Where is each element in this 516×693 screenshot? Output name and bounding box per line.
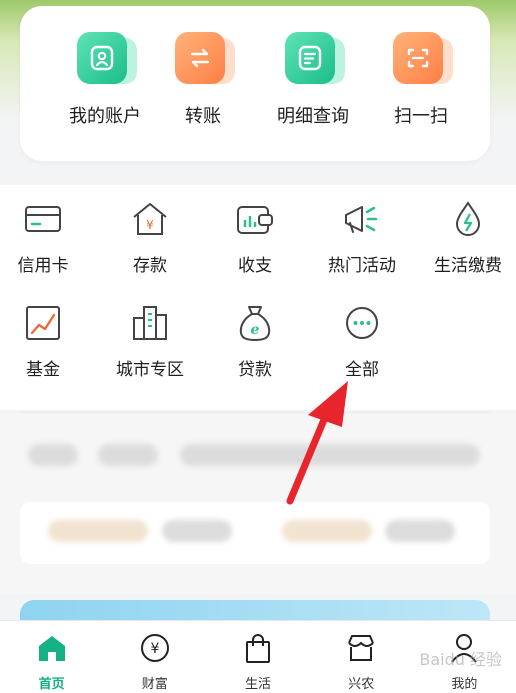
megaphone-icon — [342, 199, 382, 239]
service-label: 基金 — [26, 360, 60, 380]
service-label: 生活缴费 — [434, 256, 502, 276]
service-label: 收支 — [238, 256, 272, 276]
tab-wealth[interactable]: ¥ 财富 — [103, 621, 206, 693]
loan-bag-icon: e — [235, 303, 275, 343]
service-credit-card[interactable]: 信用卡 — [0, 199, 93, 289]
watermark: Baidu 经验 — [419, 650, 502, 669]
city-buildings-icon — [130, 303, 170, 343]
tab-life[interactable]: 生活 — [206, 621, 309, 693]
annotation-arrow — [286, 381, 348, 505]
tab-label: 生活 — [245, 677, 272, 692]
wealth-icon: ¥ — [138, 631, 172, 665]
details-icon — [285, 32, 345, 88]
wallet-icon — [235, 199, 275, 239]
svg-text:¥: ¥ — [146, 218, 154, 232]
quick-scan[interactable]: 扫一扫 — [366, 32, 476, 152]
tab-label: 首页 — [38, 677, 65, 692]
service-hot-activity[interactable]: 热门活动 — [312, 199, 412, 289]
more-icon — [342, 303, 382, 343]
quick-label: 我的账户 — [69, 106, 141, 127]
deposit-icon: ¥ — [130, 199, 170, 239]
home-icon — [35, 631, 69, 665]
water-drop-icon — [448, 199, 488, 239]
service-city-zone[interactable]: 城市专区 — [100, 303, 200, 393]
service-label: 信用卡 — [17, 256, 69, 276]
svg-text:¥: ¥ — [150, 641, 159, 657]
service-label: 城市专区 — [116, 360, 184, 380]
blurred-card — [20, 502, 490, 564]
scan-icon — [393, 32, 453, 88]
tab-label: 兴农 — [348, 677, 375, 692]
service-label: 热门活动 — [328, 256, 396, 276]
quick-label: 扫一扫 — [394, 106, 448, 127]
quick-details[interactable]: 明细查询 — [258, 32, 368, 152]
tab-label: 财富 — [141, 677, 168, 692]
tab-home[interactable]: 首页 — [0, 621, 103, 693]
service-income-expense[interactable]: 收支 — [205, 199, 305, 289]
credit-card-icon — [23, 199, 63, 239]
tab-agriculture[interactable]: 兴农 — [310, 621, 413, 693]
service-fund[interactable]: 基金 — [0, 303, 93, 393]
service-label: 存款 — [133, 256, 167, 276]
service-deposit[interactable]: ¥ 存款 — [100, 199, 200, 289]
services-grid: 信用卡 ¥ 存款 收支 热门活动 生活缴费 基金 城市专区 e 贷款 全部 — [0, 185, 516, 410]
fund-chart-icon — [23, 303, 63, 343]
shopping-bag-icon — [241, 631, 275, 665]
section-divider — [20, 412, 490, 413]
tab-label: 我的 — [451, 677, 478, 692]
store-icon — [344, 631, 378, 665]
svg-text:e: e — [251, 322, 260, 338]
service-utility-payment[interactable]: 生活缴费 — [418, 199, 516, 289]
service-label: 贷款 — [238, 360, 272, 380]
account-icon — [77, 32, 137, 88]
quick-my-account[interactable]: 我的账户 — [50, 32, 160, 152]
transfer-icon — [175, 32, 235, 88]
quick-label: 转账 — [185, 106, 221, 127]
quick-transfer[interactable]: 转账 — [148, 32, 258, 152]
quick-label: 明细查询 — [277, 106, 349, 127]
quick-actions-card: 我的账户 转账 明细查询 扫一扫 — [20, 6, 490, 161]
